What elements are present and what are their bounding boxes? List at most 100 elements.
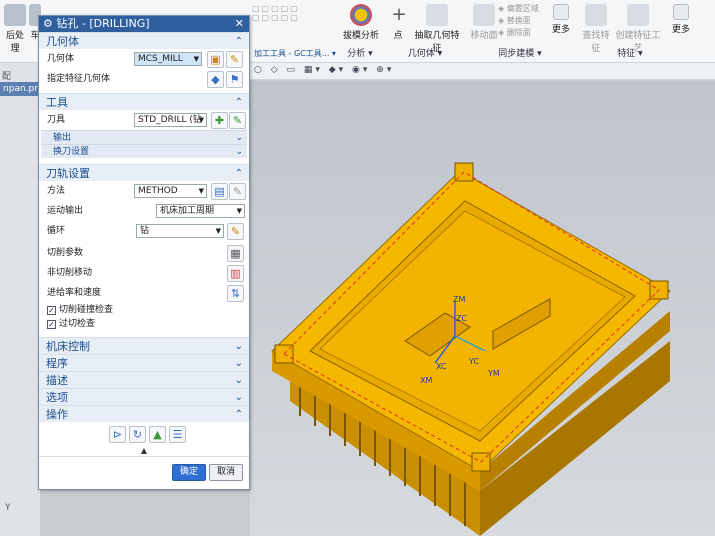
replay-icon: ↻ bbox=[132, 428, 143, 441]
find-feature-button[interactable]: 查找特征 bbox=[580, 4, 612, 54]
zc-label: ZC bbox=[456, 314, 468, 323]
feature-geometry-button[interactable]: ◆ bbox=[207, 71, 224, 88]
wrench-icon: ✎ bbox=[229, 53, 240, 66]
collision-checkbox[interactable]: ✓ bbox=[47, 306, 56, 315]
actions-row: ⊳ ↻ ▲ ☰ bbox=[39, 422, 249, 446]
noncut-icon: ▥ bbox=[230, 267, 241, 280]
method-select[interactable]: METHOD ▼ bbox=[134, 184, 207, 198]
new-geometry-icon: ▣ bbox=[210, 53, 221, 66]
machine-control-header[interactable]: 机床控制 ⌄ bbox=[39, 337, 249, 354]
method-new-button[interactable]: ▤ bbox=[211, 183, 228, 200]
ok-button[interactable]: 确定 bbox=[172, 464, 206, 481]
cycle-select[interactable]: 钻 ▼ bbox=[136, 224, 224, 238]
gc-tools-dropdown[interactable]: 加工工具 - GC工具... ▾ bbox=[254, 48, 344, 59]
wrench-icon: ✎ bbox=[232, 185, 243, 198]
feature-more-icon bbox=[673, 4, 689, 20]
chevron-down-icon: ⌄ bbox=[234, 358, 243, 369]
method-edit-button[interactable]: ✎ bbox=[229, 183, 246, 200]
draft-analysis-label: 拔模分析 bbox=[343, 31, 380, 41]
dialog-titlebar[interactable]: ⚙ 钻孔 - [DRILLING] ✕ bbox=[39, 16, 249, 32]
feature-geometry-label: 指定特征几何体 bbox=[47, 74, 111, 84]
tool-edit-button[interactable]: ✎ bbox=[229, 112, 246, 129]
chevron-up-icon: ⌃ bbox=[234, 97, 243, 108]
feeds-row: 进给率和速度 ⇅ bbox=[39, 283, 249, 303]
point-label: 点 bbox=[393, 31, 403, 41]
feature-more-label: 更多 bbox=[671, 25, 690, 35]
chevron-down-icon: ⌄ bbox=[235, 133, 243, 143]
sync-more-label: 更多 bbox=[551, 25, 570, 35]
cut-params-row: 切削参数 ▦ bbox=[39, 243, 249, 263]
sync-more-icon bbox=[553, 4, 569, 20]
sync-small-buttons[interactable]: ◈ 偏置区域 ◈ 替换面 ◈ 删除面 bbox=[498, 3, 546, 39]
list-button[interactable]: ☰ bbox=[169, 426, 186, 443]
actions-header[interactable]: 操作 ⌃ bbox=[39, 405, 249, 422]
tool-select[interactable]: STD_DRILL (钻 ▼ bbox=[134, 113, 207, 127]
feeds-icon: ⇅ bbox=[230, 287, 241, 300]
sync-group-label: 同步建模 ▾ bbox=[498, 49, 542, 59]
cancel-button[interactable]: 取消 bbox=[209, 464, 243, 481]
feature-more-button[interactable]: 更多 bbox=[668, 4, 694, 35]
description-header[interactable]: 描述 ⌄ bbox=[39, 371, 249, 388]
view-tools-icons[interactable]: ○ ◇ ▭ ▦▾ ◆▾ ◉▾ ⊕▾ bbox=[254, 65, 394, 75]
cycle-edit-button[interactable]: ✎ bbox=[227, 223, 244, 240]
generate-button[interactable]: ⊳ bbox=[109, 426, 126, 443]
noncut-row: 非切削移动 ▥ bbox=[39, 263, 249, 283]
noncut-button[interactable]: ▥ bbox=[227, 265, 244, 282]
ok-label: 确定 bbox=[179, 467, 198, 477]
extract-geometry-icon bbox=[426, 4, 448, 26]
replace-face-label: 替换面 bbox=[506, 16, 531, 25]
collision-row[interactable]: ✓ 切削碰撞检查 bbox=[39, 303, 249, 317]
list-icon: ☰ bbox=[172, 428, 183, 441]
move-face-icon bbox=[473, 4, 495, 26]
gear-icon: ⚙ bbox=[43, 17, 53, 30]
feature-geometry-row: 指定特征几何体 ◆ ⚑ bbox=[39, 69, 249, 89]
graphics-viewport[interactable]: ZM ZC YC YM XC XM bbox=[250, 81, 715, 536]
generate-icon: ⊳ bbox=[112, 428, 123, 441]
chevron-down-icon: ⌄ bbox=[234, 341, 243, 352]
wrench-icon: ✎ bbox=[230, 225, 241, 238]
options-header[interactable]: 选项 ⌄ bbox=[39, 388, 249, 405]
cancel-label: 取消 bbox=[216, 467, 235, 477]
path-section-header[interactable]: 刀轨设置 ⌃ bbox=[39, 164, 249, 181]
find-feature-icon bbox=[585, 4, 607, 26]
geometry-new-button[interactable]: ▣ bbox=[207, 51, 224, 68]
gc-tools-label: 加工工具 - GC工具... bbox=[254, 49, 330, 58]
draft-analysis-button[interactable]: 拔模分析 bbox=[343, 4, 379, 41]
cut-params-label: 切削参数 bbox=[47, 248, 84, 258]
geometry-section-header[interactable]: 几何体 ⌃ bbox=[39, 32, 249, 49]
cut-params-button[interactable]: ▦ bbox=[227, 245, 244, 262]
method-row: 方法 METHOD ▼ ▤ ✎ bbox=[39, 181, 249, 201]
move-face-button[interactable]: 移动面 bbox=[470, 4, 498, 41]
program-header[interactable]: 程序 ⌄ bbox=[39, 354, 249, 371]
tool-section-header[interactable]: 工具 ⌃ bbox=[39, 93, 249, 110]
motion-output-row: 运动输出 机床加工周期 ▼ bbox=[39, 201, 249, 221]
postprocess-button[interactable]: 后处理 bbox=[2, 4, 28, 54]
point-button[interactable]: + 点 bbox=[388, 4, 408, 41]
feature-display-button[interactable]: ⚑ bbox=[226, 71, 243, 88]
chevron-down-icon: ⌄ bbox=[234, 375, 243, 386]
new-tool-icon: ✚ bbox=[214, 114, 225, 127]
dialog-title: 钻孔 - [DRILLING] bbox=[56, 17, 150, 30]
overcut-checkbox[interactable]: ✓ bbox=[47, 320, 56, 329]
feature-group-label: 特征 ▾ bbox=[617, 49, 643, 59]
verify-button[interactable]: ▲ bbox=[149, 426, 166, 443]
close-icon[interactable]: ✕ bbox=[235, 16, 244, 32]
tool-new-button[interactable]: ✚ bbox=[211, 112, 228, 129]
search-hint: 配 bbox=[2, 72, 12, 82]
file-tab-label: npan.prt bbox=[3, 84, 42, 94]
small-tools-row: ▢▢▢▢▢ ▢▢▢▢▢ bbox=[252, 4, 300, 22]
collapse-arrow-icon[interactable]: ▲ bbox=[39, 446, 249, 456]
sync-more-button[interactable]: 更多 bbox=[549, 4, 573, 35]
replay-button[interactable]: ↻ bbox=[129, 426, 146, 443]
axis-y-label: Y bbox=[5, 503, 11, 513]
overcut-row[interactable]: ✓ 过切检查 bbox=[39, 317, 249, 331]
chevron-up-icon: ⌃ bbox=[234, 36, 243, 47]
geometry-edit-button[interactable]: ✎ bbox=[226, 51, 243, 68]
delete-face-label: 删除面 bbox=[506, 28, 531, 37]
tool-change-subsection[interactable]: 换刀设置 ⌄ bbox=[41, 144, 247, 158]
method-label: 方法 bbox=[47, 186, 66, 196]
feeds-button[interactable]: ⇅ bbox=[227, 285, 244, 302]
output-subsection[interactable]: 输出 ⌄ bbox=[41, 130, 247, 144]
motion-output-select[interactable]: 机床加工周期 ▼ bbox=[156, 204, 245, 218]
geometry-select[interactable]: MCS_MILL ▼ bbox=[134, 52, 202, 66]
